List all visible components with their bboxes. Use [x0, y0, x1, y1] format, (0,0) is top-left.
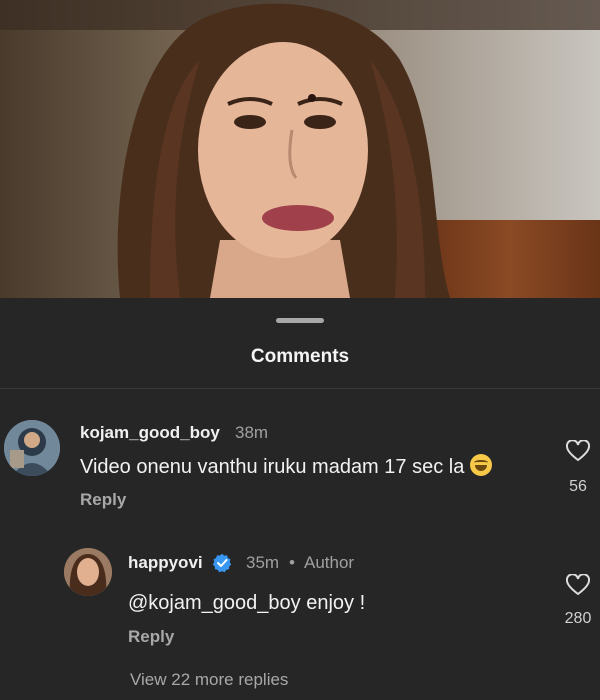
comment-text: Video onenu vanthu iruku madam 17 sec la [80, 454, 493, 479]
reply-button[interactable]: Reply [128, 627, 174, 647]
verified-badge-icon [212, 553, 232, 573]
divider [0, 388, 600, 389]
drag-handle[interactable] [276, 318, 324, 323]
heart-icon[interactable] [566, 574, 590, 596]
avatar[interactable] [64, 548, 112, 596]
comments-sheet: Comments kojam_good_boy 38m Video onenu … [0, 298, 600, 700]
view-more-replies-link[interactable]: View 22 more replies [130, 670, 288, 690]
reply-username[interactable]: happyovi [128, 553, 203, 573]
laughing-tears-emoji-icon [470, 454, 493, 476]
like-count: 56 [569, 478, 587, 495]
like-count: 280 [564, 610, 592, 627]
reply-text: @kojam_good_boy enjoy ! [128, 592, 366, 614]
dot-separator: • [289, 553, 295, 572]
heart-icon[interactable] [566, 440, 590, 462]
post-photo [0, 0, 600, 298]
reply-time: 35m [246, 553, 280, 572]
author-label: Author [304, 553, 355, 572]
comment-time: 38m [235, 423, 269, 442]
reply-button[interactable]: Reply [80, 490, 126, 510]
comment-username[interactable]: kojam_good_boy [80, 423, 220, 443]
sheet-title: Comments [250, 346, 350, 367]
comment-text-body: Video onenu vanthu iruku madam 17 sec la [80, 456, 465, 478]
avatar[interactable] [4, 420, 60, 476]
